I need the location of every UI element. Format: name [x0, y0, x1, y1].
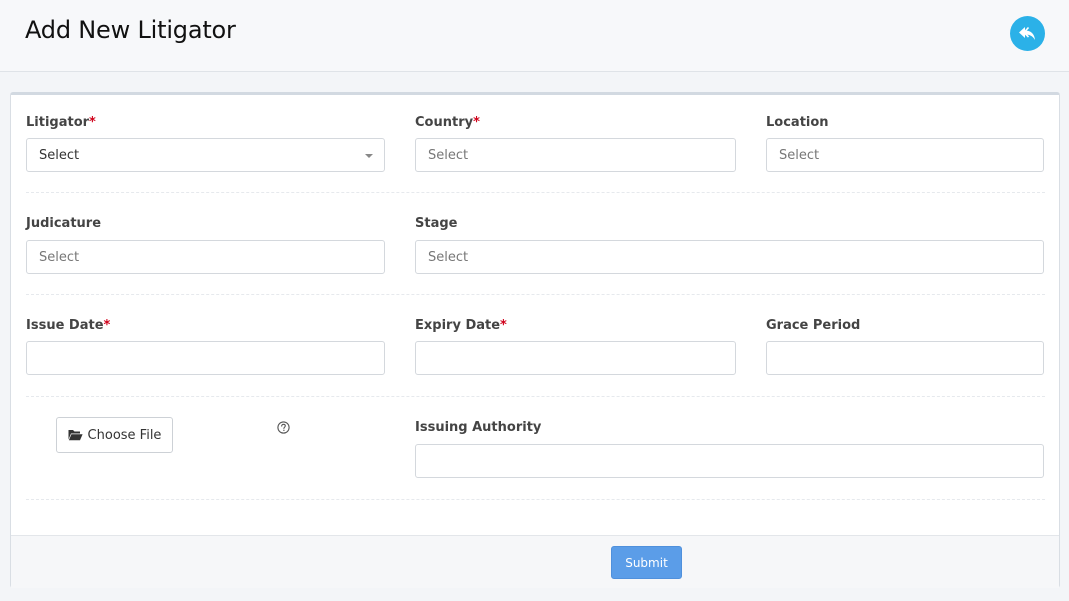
- location-placeholder: Select: [779, 147, 820, 163]
- question-circle-icon[interactable]: [277, 421, 290, 434]
- location-label: Location: [766, 115, 829, 130]
- grace-period-field[interactable]: [766, 341, 1044, 375]
- row-divider: [26, 396, 1045, 397]
- issuing-authority-label: Issuing Authority: [415, 420, 542, 435]
- folder-open-icon: [68, 430, 83, 441]
- grace-period-label: Grace Period: [766, 318, 861, 333]
- country-label: Country*: [415, 115, 480, 130]
- stage-field[interactable]: Select: [415, 240, 1044, 274]
- back-button[interactable]: [1010, 16, 1045, 51]
- submit-button[interactable]: Submit: [611, 546, 682, 579]
- form-footer: Submit: [11, 535, 1059, 588]
- judicature-label: Judicature: [26, 216, 102, 231]
- judicature-placeholder: Select: [39, 249, 80, 265]
- chevron-down-icon: [365, 154, 373, 158]
- choose-file-label: Choose File: [87, 427, 162, 443]
- location-field[interactable]: Select: [766, 138, 1044, 172]
- litigator-select[interactable]: Select: [26, 138, 385, 172]
- issue-date-label: Issue Date*: [26, 318, 111, 333]
- litigator-select-value: Select: [39, 147, 80, 163]
- row-divider: [26, 294, 1045, 295]
- litigator-form-card: Litigator* Select Country* Select Locati…: [10, 92, 1060, 588]
- page-title: Add New Litigator: [25, 16, 236, 44]
- row-divider: [26, 192, 1045, 193]
- issue-date-field[interactable]: [26, 341, 385, 375]
- stage-placeholder: Select: [428, 249, 469, 265]
- row-divider: [26, 499, 1045, 500]
- issuing-authority-field[interactable]: [415, 444, 1044, 478]
- reply-arrow-icon: [1018, 26, 1035, 40]
- country-placeholder: Select: [428, 147, 469, 163]
- stage-label: Stage: [415, 216, 458, 231]
- choose-file-button[interactable]: Choose File: [56, 417, 173, 453]
- expiry-date-field[interactable]: [415, 341, 736, 375]
- page-header: Add New Litigator: [0, 0, 1069, 72]
- litigator-label: Litigator*: [26, 115, 96, 130]
- country-field[interactable]: Select: [415, 138, 736, 172]
- expiry-date-label: Expiry Date*: [415, 318, 507, 333]
- judicature-field[interactable]: Select: [26, 240, 385, 274]
